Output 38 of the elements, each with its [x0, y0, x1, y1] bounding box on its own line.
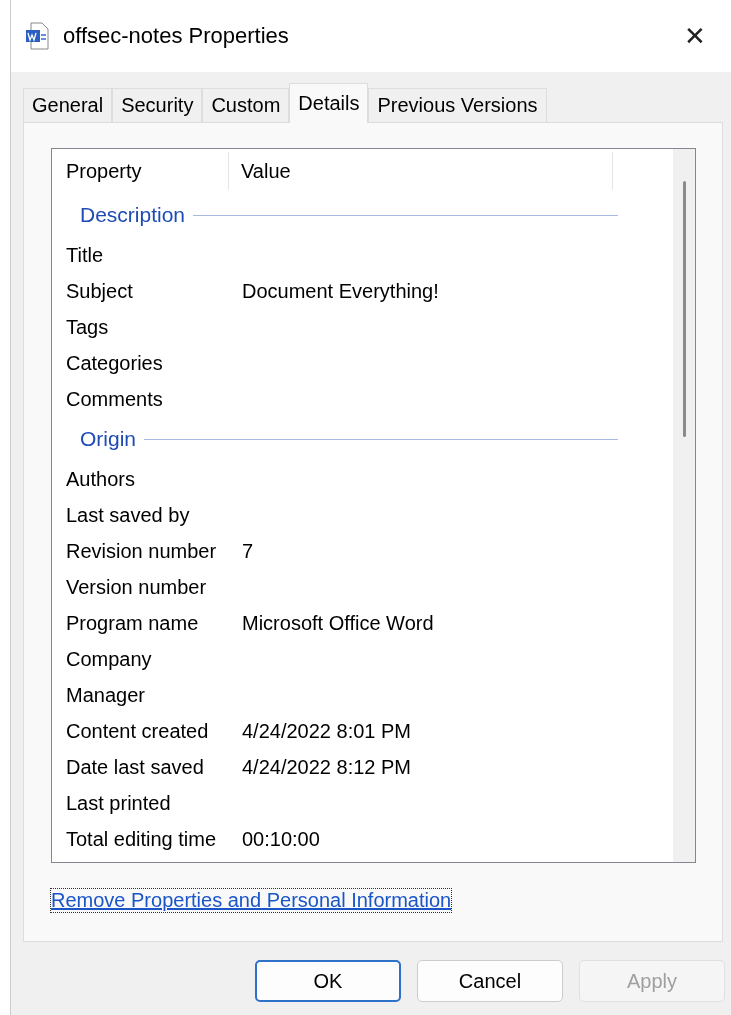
property-value: Document Everything! — [242, 279, 439, 303]
dialog-button[interactable]: OK — [255, 960, 401, 1002]
property-name: Version number — [66, 575, 208, 599]
dialog-button[interactable]: Cancel — [417, 960, 563, 1002]
tab[interactable]: General — [23, 88, 113, 122]
property-value: 7 — [242, 539, 254, 563]
property-name: Categories — [66, 351, 164, 375]
tab[interactable]: Details — [289, 83, 369, 123]
property-name: Company — [66, 647, 153, 671]
property-value: 00:10:00 — [242, 827, 320, 851]
column-header[interactable]: Property — [66, 152, 229, 190]
tab[interactable]: Previous Versions — [368, 88, 547, 122]
tab[interactable]: Security — [112, 88, 203, 122]
property-value: Microsoft Office Word — [242, 611, 434, 635]
property-name: Manager — [66, 683, 146, 707]
property-value: 4/24/2022 8:12 PM — [242, 755, 411, 779]
property-name: Program name — [66, 611, 200, 635]
scrollbar[interactable] — [673, 149, 695, 862]
group-heading: Description — [80, 203, 186, 227]
property-name: Content created — [66, 719, 210, 743]
group-heading: Origin — [80, 427, 137, 451]
column-header[interactable]: Value — [229, 152, 613, 190]
property-name: Subject — [66, 279, 134, 303]
property-name: Total editing time — [66, 827, 218, 851]
property-name: Last saved by — [66, 503, 191, 527]
property-name: Comments — [66, 387, 164, 411]
property-name: Date last saved — [66, 755, 205, 779]
property-value: 4/24/2022 8:01 PM — [242, 719, 411, 743]
property-name: Tags — [66, 315, 110, 339]
property-name: Title — [66, 243, 105, 267]
property-name: Authors — [66, 467, 136, 491]
property-name: Revision number — [66, 539, 218, 563]
tab[interactable]: Custom — [202, 88, 290, 122]
close-button[interactable]: ✕ — [675, 20, 715, 52]
remove-properties-link[interactable]: Remove Properties and Personal Information — [51, 889, 452, 912]
window-title: offsec-notes Properties — [63, 23, 290, 49]
document-icon — [25, 22, 49, 50]
property-name: Last printed — [66, 791, 172, 815]
